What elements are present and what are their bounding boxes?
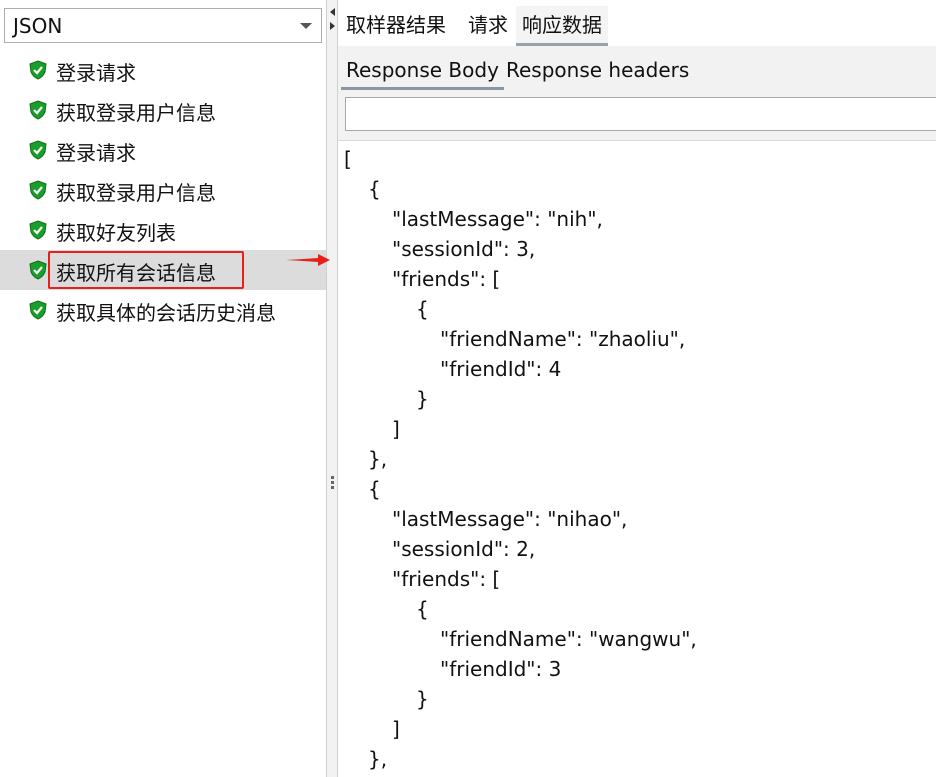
tree-item[interactable]: 登录请求: [0, 130, 326, 170]
response-body-viewer[interactable]: [ { "lastMessage": "nih", "sessionId": 3…: [338, 141, 936, 777]
success-shield-icon: [29, 180, 47, 200]
renderer-selected-value: JSON: [13, 13, 63, 38]
json-line: ]: [392, 417, 400, 441]
json-line: {: [416, 597, 429, 621]
json-line: {: [368, 477, 381, 501]
tab-response-data[interactable]: 响应数据: [516, 6, 608, 46]
json-line: "lastMessage": "nihao",: [392, 507, 628, 531]
tree-item[interactable]: 获取登录用户信息: [0, 90, 326, 130]
subtab-response-headers[interactable]: Response headers: [501, 54, 694, 90]
tree-item[interactable]: 登录请求: [0, 50, 326, 90]
tab-request[interactable]: 请求: [462, 6, 514, 46]
tree-item-label: 登录请求: [56, 61, 136, 85]
chevron-down-icon[interactable]: [300, 22, 312, 29]
json-line: {: [416, 297, 429, 321]
collapse-left-icon[interactable]: [330, 8, 335, 16]
json-line: },: [368, 447, 388, 471]
result-tabs: 取样器结果 请求 响应数据: [338, 6, 936, 47]
search-row: [338, 92, 936, 141]
result-detail-panel: 取样器结果 请求 响应数据 Response Body Response hea…: [338, 0, 936, 777]
splitter-grip-icon[interactable]: [331, 476, 334, 491]
json-line: ]: [392, 717, 400, 741]
tree-item[interactable]: 获取登录用户信息: [0, 170, 326, 210]
tree-item-selected[interactable]: 获取所有会话信息: [0, 250, 326, 290]
json-line: "friendName": "wangwu",: [440, 627, 697, 651]
json-line: "friendName": "zhaoliu",: [440, 327, 686, 351]
json-line: "friendId": 3: [440, 657, 562, 681]
tree-item-label: 获取所有会话信息: [56, 261, 216, 285]
tree-item-label: 获取登录用户信息: [56, 101, 216, 125]
tree-item-label: 登录请求: [56, 141, 136, 165]
json-line: [: [344, 147, 352, 171]
success-shield-icon: [29, 60, 47, 80]
subtab-response-body[interactable]: Response Body: [341, 54, 504, 90]
json-line: "friendId": 4: [440, 357, 562, 381]
response-subtabs: Response Body Response headers: [338, 46, 936, 92]
json-line: }: [416, 687, 429, 711]
tree-item[interactable]: 获取具体的会话历史消息: [0, 290, 326, 330]
results-tree-panel: JSON 登录请求 获取登录用户信息 登录请求 获取登录用户信息 获取好友列表 …: [0, 0, 327, 777]
json-line: "sessionId": 3,: [392, 237, 536, 261]
split-pane-divider[interactable]: [326, 0, 338, 777]
json-line: }: [416, 387, 429, 411]
renderer-dropdown[interactable]: JSON: [4, 8, 322, 43]
json-line: {: [368, 177, 381, 201]
tab-sampler-result[interactable]: 取样器结果: [340, 6, 452, 46]
tree-item[interactable]: 获取好友列表: [0, 210, 326, 250]
expand-right-icon[interactable]: [330, 22, 335, 30]
json-line: "friends": [: [392, 567, 501, 591]
search-input[interactable]: [345, 97, 936, 131]
success-shield-icon: [29, 100, 47, 120]
success-shield-icon: [29, 300, 47, 320]
tree-item-label: 获取登录用户信息: [56, 181, 216, 205]
red-arrow-icon: [286, 254, 330, 266]
json-line: "friends": [: [392, 267, 501, 291]
json-line: "sessionId": 2,: [392, 537, 536, 561]
tree-item-label: 获取好友列表: [56, 221, 176, 245]
json-line: },: [368, 747, 388, 771]
success-shield-icon: [29, 260, 47, 280]
success-shield-icon: [29, 140, 47, 160]
tree-item-label: 获取具体的会话历史消息: [56, 301, 276, 325]
success-shield-icon: [29, 220, 47, 240]
json-line: "lastMessage": "nih",: [392, 207, 603, 231]
